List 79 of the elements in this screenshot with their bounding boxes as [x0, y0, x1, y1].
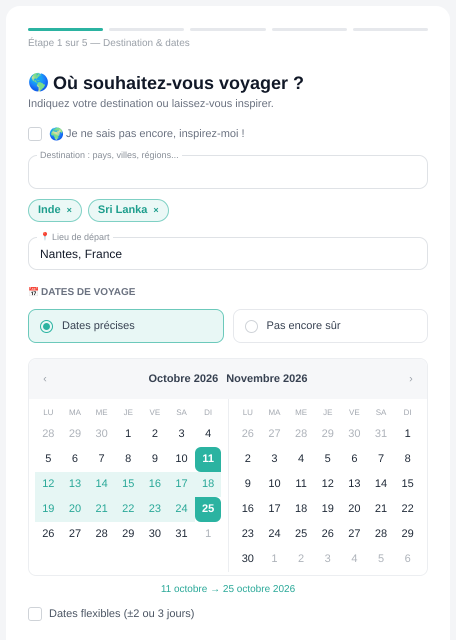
calendar-day[interactable]: 6	[62, 447, 88, 472]
calendar-day[interactable]: 26	[314, 522, 342, 547]
weekday-label: SA	[374, 407, 388, 419]
weekday-label: ME	[94, 407, 109, 419]
subtitle: Indiquez votre destination ou laissez-vous inspirer.	[28, 97, 275, 111]
calendar-day[interactable]: 9	[234, 472, 262, 497]
checkbox[interactable]	[28, 127, 42, 141]
calendar-day[interactable]: 25	[288, 522, 314, 547]
field-label: Destination : pays, villes, régions...	[37, 149, 182, 161]
selected-range: 11 octobre → 25 octobre 2026	[160, 584, 296, 596]
calendar-day[interactable]: 8	[114, 447, 142, 472]
calendar-day[interactable]: 9	[142, 447, 168, 472]
calendar-day[interactable]: 5	[314, 447, 342, 472]
calendar-day[interactable]: 4	[194, 422, 222, 447]
calendar-day[interactable]: 11	[288, 472, 314, 497]
calendar-day[interactable]: 23	[234, 522, 262, 547]
checkbox-label: Je ne sais pas encore, inspirez-moi !	[66, 126, 245, 142]
calendar-day[interactable]: 14	[368, 472, 394, 497]
month-title: Octobre 2026	[148, 372, 218, 387]
calendar-day[interactable]: 22	[394, 497, 421, 522]
calendar-day[interactable]: 30	[142, 522, 168, 547]
calendar-day[interactable]: 16	[234, 497, 262, 522]
weekday-label: DI	[402, 407, 413, 419]
weekday-label: DI	[203, 407, 214, 419]
calendar-day[interactable]: 1	[394, 422, 421, 447]
calendar-day[interactable]: 17	[261, 497, 288, 522]
calendar-day[interactable]: 10	[168, 447, 195, 472]
calendar-day[interactable]: 12	[314, 472, 342, 497]
calendar-day[interactable]: 15	[394, 472, 421, 497]
calendar-day[interactable]: 27	[341, 522, 368, 547]
calendar-day[interactable]: 10	[261, 472, 288, 497]
weekday-label: SA	[175, 407, 188, 419]
calendar-day[interactable]: 21	[368, 497, 394, 522]
calendar-day[interactable]: 8	[394, 447, 421, 472]
calendar-day[interactable]: 27	[62, 522, 88, 547]
weekday-label: LU	[242, 407, 254, 419]
calendar-day[interactable]: 24	[261, 522, 288, 547]
weekday-label: MA	[68, 407, 82, 419]
weekday-label: JE	[322, 407, 334, 419]
calendar-icon: 📅	[28, 286, 39, 300]
calendar-day[interactable]: 7	[368, 447, 394, 472]
calendar-day[interactable]: 3	[261, 447, 288, 472]
date-mode-option[interactable]: Pas encore sûr	[232, 309, 428, 343]
calendar-day[interactable]: 13	[341, 472, 368, 497]
calendar-day[interactable]: 7	[88, 447, 115, 472]
calendar-day[interactable]: 29	[394, 522, 421, 547]
calendar-day[interactable]: 31	[168, 522, 195, 547]
date-mode-option[interactable]: Dates précises	[28, 309, 224, 343]
page-title: Où souhaitez-vous voyager ?	[53, 72, 304, 94]
step-caption: Étape 1 sur 5 — Destination & dates	[28, 38, 191, 50]
chip-label: Inde	[38, 203, 61, 218]
section-label: DATES DE VOYAGE	[41, 286, 136, 300]
weekday-label: JE	[122, 407, 134, 419]
checkbox-label: Dates flexibles (±2 ou 3 jours)	[49, 607, 194, 622]
calendar-day[interactable]: 30	[234, 547, 262, 572]
calendar-day[interactable]: 28	[368, 522, 394, 547]
weekday-label: VE	[348, 407, 361, 419]
calendar-day[interactable]: 2	[234, 447, 262, 472]
calendar-day[interactable]: 1	[114, 422, 142, 447]
calendar-day[interactable]: 20	[341, 497, 368, 522]
globe-icon: 🌍	[49, 125, 64, 143]
checkbox[interactable]	[28, 607, 42, 622]
calendar-day[interactable]: 19	[314, 497, 342, 522]
weekday-label: MA	[267, 407, 282, 419]
calendar-day[interactable]: 2	[142, 422, 168, 447]
month-title: Novembre 2026	[226, 372, 308, 387]
chip-label: Sri Lanka	[98, 203, 148, 218]
calendar-day[interactable]: 3	[168, 422, 195, 447]
calendar-day[interactable]: 6	[341, 447, 368, 472]
calendar-day[interactable]: 29	[114, 522, 142, 547]
weekday-label: LU	[42, 407, 54, 419]
calendar-day[interactable]: 18	[288, 497, 314, 522]
calendar-day[interactable]: 4	[288, 447, 314, 472]
weekday-label: VE	[148, 407, 162, 419]
calendar-day[interactable]: 28	[88, 522, 115, 547]
calendar-day[interactable]: 26	[35, 522, 62, 547]
globe-icon: 🌎	[28, 72, 49, 94]
calendar-day[interactable]: 5	[35, 447, 62, 472]
weekday-label: ME	[294, 407, 308, 419]
